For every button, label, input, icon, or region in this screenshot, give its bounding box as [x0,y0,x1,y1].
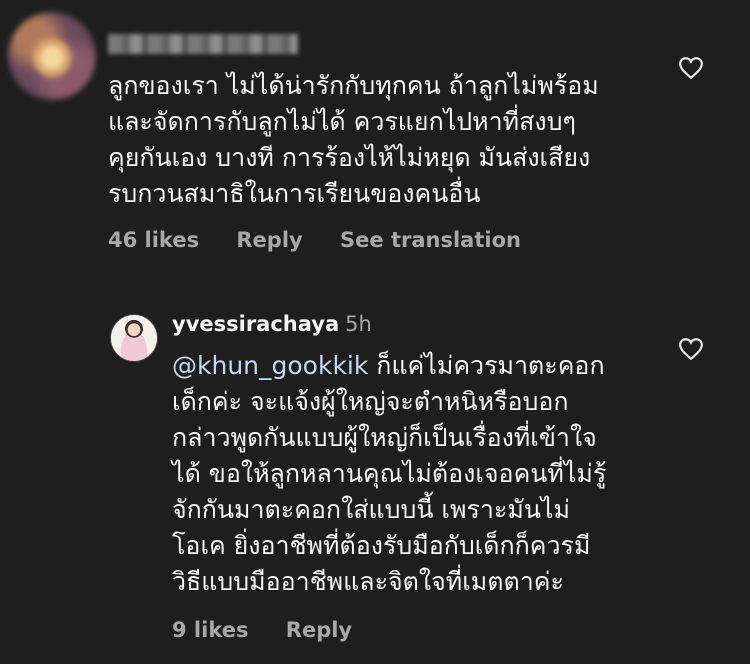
likes-count[interactable]: 46 likes [108,228,199,252]
reply-line: วิธีแบบมืออาชีพและจิตใจที่เมตตาค่ะ [172,567,564,596]
reply-line: เด็กค่ะ จะแจ้งผู้ใหญ่จะตำหนิหรือบอก [172,387,569,416]
commenter-username-blurred[interactable] [108,34,298,54]
reply-like-heart-icon[interactable] [678,337,704,361]
reply-likes-count[interactable]: 9 likes [172,618,248,642]
reply-line: โอเค ยิ่งอาชีพที่ต้องรับมือกับเด็กก็ควรม… [172,531,591,560]
reply-username-row: yvessirachaya 5h [172,312,372,336]
like-heart-icon[interactable] [678,56,704,80]
reply-reply-button[interactable]: Reply [286,618,352,642]
reply-username[interactable]: yvessirachaya [172,312,339,336]
reply-line: กล่าวพูดกันแบบผู้ใหญ่ก็เป็นเรื่องที่เข้า… [172,423,597,452]
reply-line: ได้ ขอให้ลูกหลานคุณไม่ต้องเจอคนที่ไม่รู้ [172,459,607,488]
comment-line: ลูกของเรา ไม่ได้น่ารักกับทุกคน ถ้าลูกไม่… [108,71,599,100]
comment-line: รบกวนสมาธิในการเรียนของคนอื่น [108,179,481,208]
mention-link[interactable]: @khun_gookkik [172,351,368,380]
comment-text: ลูกของเรา ไม่ได้น่ารักกับทุกคน ถ้าลูกไม่… [108,68,599,212]
reply-first-line-text: ก็แค่ไม่ควรมาตะคอก [368,351,605,380]
reply-avatar[interactable] [110,314,158,362]
comment-meta: 46 likes Reply See translation [108,228,551,252]
reply-text: @khun_gookkik ก็แค่ไม่ควรมาตะคอก เด็กค่ะ… [172,348,606,600]
comment-line: และจัดการกับลูกไม่ได้ ควรแยกไปหาที่สงบๆ [108,107,576,136]
reply-line: จักกันมาตะคอกใส่แบบนี้ เพราะมันไม่ [172,495,570,524]
comment-line: คุยกันเอง บางที การร้องไห้ไม่หยุด มันส่ง… [108,143,591,172]
reply-meta: 9 likes Reply [172,618,382,642]
reply-time: 5h [345,312,372,336]
see-translation-button[interactable]: See translation [340,228,521,252]
reply-button[interactable]: Reply [236,228,302,252]
reply-line: @khun_gookkik ก็แค่ไม่ควรมาตะคอก [172,348,606,384]
commenter-avatar[interactable] [8,12,96,100]
